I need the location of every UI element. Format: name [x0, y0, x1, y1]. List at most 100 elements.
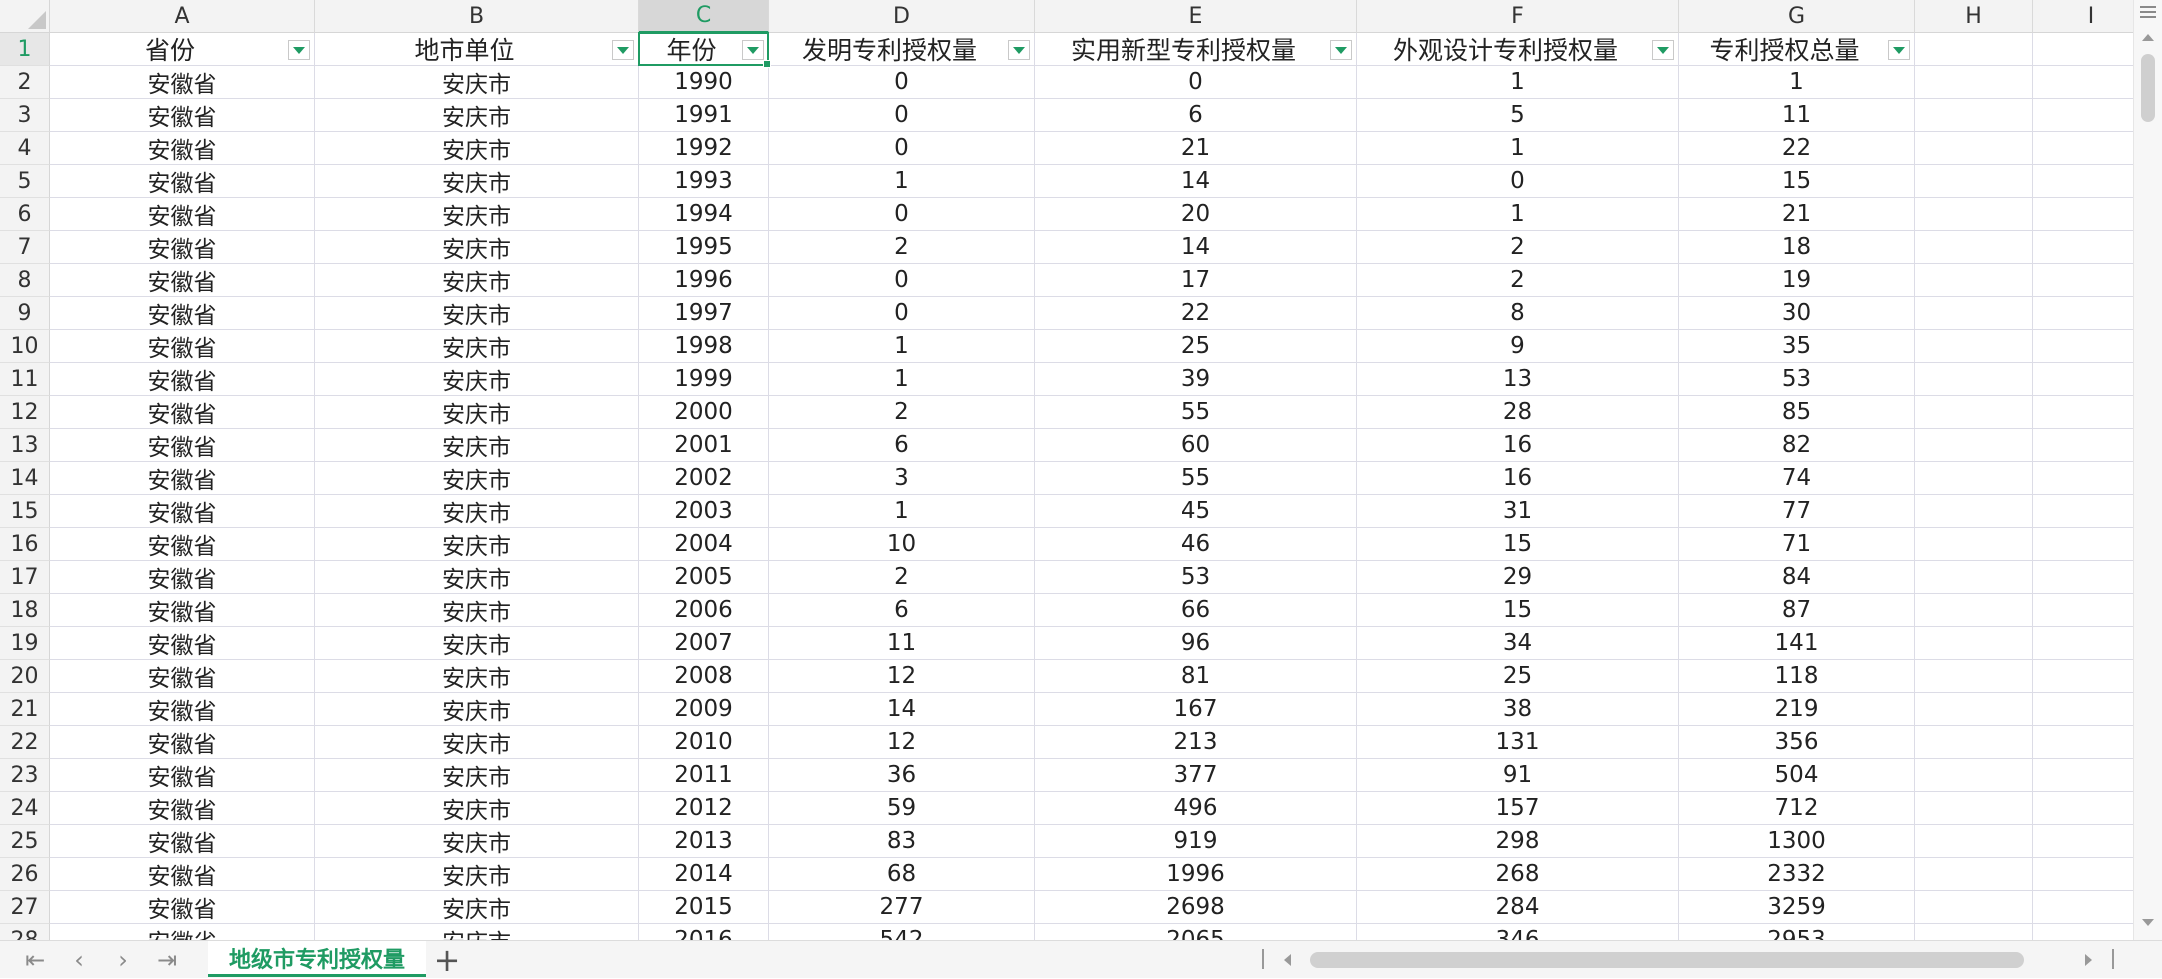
cell[interactable]: 安徽省 — [50, 825, 315, 858]
cell[interactable]: 安徽省 — [50, 66, 315, 99]
row-number[interactable]: 4 — [0, 132, 50, 165]
row-number[interactable]: 19 — [0, 627, 50, 660]
cell[interactable]: 298 — [1357, 825, 1679, 858]
cell[interactable]: 2 — [1357, 231, 1679, 264]
cell[interactable]: 141 — [1679, 627, 1915, 660]
cell[interactable]: 91 — [1357, 759, 1679, 792]
cell[interactable]: 安徽省 — [50, 396, 315, 429]
cell[interactable]: 118 — [1679, 660, 1915, 693]
cell[interactable]: 安庆市 — [315, 792, 639, 825]
cell[interactable] — [1915, 231, 2033, 264]
cell[interactable]: 1990 — [639, 66, 769, 99]
cell[interactable]: 1994 — [639, 198, 769, 231]
row-number[interactable]: 15 — [0, 495, 50, 528]
cell[interactable]: 2005 — [639, 561, 769, 594]
column-header-c[interactable]: C — [639, 0, 769, 33]
cell[interactable]: 167 — [1035, 693, 1357, 726]
cell[interactable]: 6 — [769, 594, 1035, 627]
cell[interactable] — [1915, 660, 2033, 693]
scroll-up-icon[interactable] — [2142, 34, 2154, 41]
cell[interactable]: 安庆市 — [315, 561, 639, 594]
cell[interactable] — [1915, 528, 2033, 561]
cell[interactable] — [1915, 792, 2033, 825]
cell[interactable] — [1915, 132, 2033, 165]
row-number[interactable]: 25 — [0, 825, 50, 858]
cell[interactable] — [1915, 726, 2033, 759]
cell[interactable]: 安庆市 — [315, 66, 639, 99]
cell[interactable]: 268 — [1357, 858, 1679, 891]
cell[interactable]: 219 — [1679, 693, 1915, 726]
header-cell[interactable]: 外观设计专利授权量 — [1357, 33, 1679, 66]
cell[interactable]: 21 — [1035, 132, 1357, 165]
cell[interactable]: 安庆市 — [315, 660, 639, 693]
cell[interactable]: 安徽省 — [50, 924, 315, 940]
cell[interactable]: 9 — [1357, 330, 1679, 363]
scroll-left-icon[interactable] — [1284, 954, 1291, 966]
cell[interactable]: 安徽省 — [50, 165, 315, 198]
scroll-down-icon[interactable] — [2142, 919, 2154, 926]
cell[interactable]: 安庆市 — [315, 429, 639, 462]
row-number[interactable]: 14 — [0, 462, 50, 495]
cell[interactable] — [1915, 891, 2033, 924]
filter-dropdown-icon[interactable] — [1888, 40, 1910, 60]
cell[interactable]: 60 — [1035, 429, 1357, 462]
cell[interactable]: 83 — [769, 825, 1035, 858]
cell[interactable]: 6 — [1035, 99, 1357, 132]
first-sheet-icon[interactable]: ⇤ — [20, 946, 50, 974]
header-cell[interactable]: 专利授权总量 — [1679, 33, 1915, 66]
row-number[interactable]: 23 — [0, 759, 50, 792]
cell[interactable]: 22 — [1035, 297, 1357, 330]
select-all-corner[interactable] — [0, 0, 50, 33]
cell[interactable] — [1915, 396, 2033, 429]
cell[interactable]: 安徽省 — [50, 693, 315, 726]
cell[interactable]: 安徽省 — [50, 132, 315, 165]
cell[interactable] — [1915, 627, 2033, 660]
cell[interactable]: 安庆市 — [315, 891, 639, 924]
cell[interactable]: 3259 — [1679, 891, 1915, 924]
cell[interactable]: 31 — [1357, 495, 1679, 528]
cell[interactable]: 1 — [769, 165, 1035, 198]
cell[interactable]: 1991 — [639, 99, 769, 132]
cell[interactable]: 2 — [1357, 264, 1679, 297]
cell[interactable]: 496 — [1035, 792, 1357, 825]
cell[interactable]: 16 — [1357, 429, 1679, 462]
column-header-d[interactable]: D — [769, 0, 1035, 33]
cell[interactable]: 安庆市 — [315, 627, 639, 660]
cell[interactable]: 安庆市 — [315, 231, 639, 264]
cell[interactable]: 11 — [769, 627, 1035, 660]
cell[interactable]: 16 — [1357, 462, 1679, 495]
cell[interactable]: 284 — [1357, 891, 1679, 924]
cell[interactable]: 356 — [1679, 726, 1915, 759]
cell[interactable]: 66 — [1035, 594, 1357, 627]
sheet-tab-active[interactable]: 地级市专利授权量 — [208, 941, 426, 977]
cell[interactable]: 1997 — [639, 297, 769, 330]
cell[interactable]: 38 — [1357, 693, 1679, 726]
cell[interactable]: 安庆市 — [315, 198, 639, 231]
cell[interactable]: 1 — [769, 363, 1035, 396]
cell[interactable]: 1 — [769, 330, 1035, 363]
cell[interactable]: 82 — [1679, 429, 1915, 462]
add-sheet-icon[interactable]: + — [432, 941, 462, 979]
cell[interactable]: 1995 — [639, 231, 769, 264]
cell[interactable]: 安徽省 — [50, 198, 315, 231]
cell[interactable]: 59 — [769, 792, 1035, 825]
cell[interactable]: 安徽省 — [50, 264, 315, 297]
cell[interactable]: 安徽省 — [50, 363, 315, 396]
header-cell[interactable]: 省份 — [50, 33, 315, 66]
cell[interactable]: 542 — [769, 924, 1035, 940]
cell[interactable] — [1915, 66, 2033, 99]
cell[interactable]: 2014 — [639, 858, 769, 891]
spreadsheet-grid[interactable]: ABCDEFGHI 1 省份 地市单位 年份 发明专利授权量 实用新型专利授权量 外观设计专… — [0, 0, 2162, 940]
scrollbar-grip-right[interactable] — [2112, 949, 2114, 969]
cell[interactable]: 安庆市 — [315, 363, 639, 396]
column-header-h[interactable]: H — [1915, 0, 2033, 33]
row-number[interactable]: 6 — [0, 198, 50, 231]
cell[interactable]: 安徽省 — [50, 429, 315, 462]
row-number[interactable]: 27 — [0, 891, 50, 924]
cell[interactable]: 21 — [1679, 198, 1915, 231]
cell[interactable]: 68 — [769, 858, 1035, 891]
cell[interactable]: 安徽省 — [50, 627, 315, 660]
header-cell[interactable]: 发明专利授权量 — [769, 33, 1035, 66]
row-number[interactable]: 24 — [0, 792, 50, 825]
cell[interactable]: 1 — [1357, 132, 1679, 165]
